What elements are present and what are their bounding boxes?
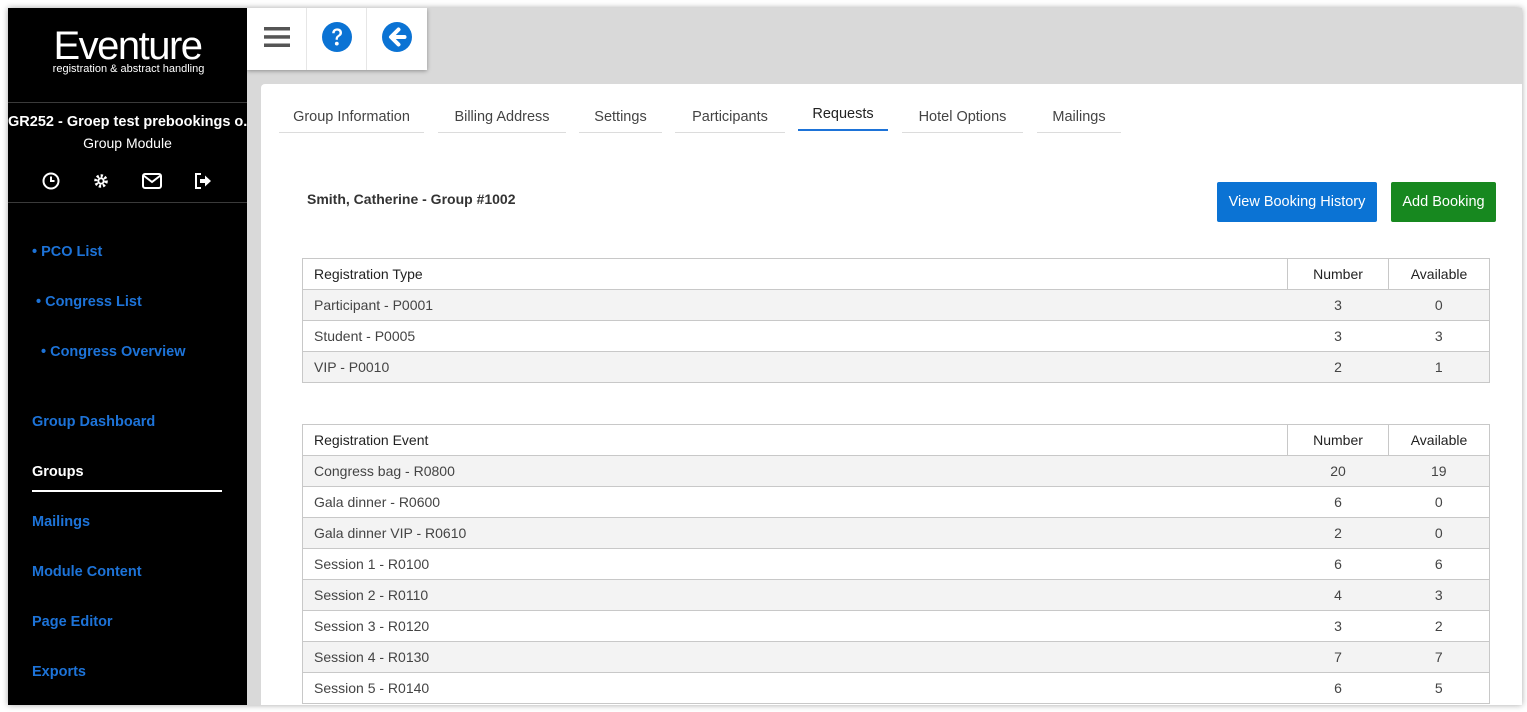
number-cell: 2 (1287, 351, 1389, 383)
number-cell: 6 (1287, 672, 1389, 704)
back-arrow-icon (381, 21, 413, 58)
back-button[interactable] (367, 8, 427, 70)
available-cell: 0 (1388, 289, 1490, 321)
main-content: Group Information Billing Address Settin… (261, 84, 1522, 705)
column-header: Available (1388, 258, 1490, 290)
column-header: Registration Event (302, 424, 1288, 456)
registration-event-cell: Session 2 - R0110 (302, 579, 1288, 611)
help-icon (321, 21, 353, 58)
table-row: Gala dinner - R0600 6 0 (302, 486, 1490, 518)
registration-event-table: Registration Event Number Available Cong… (302, 424, 1490, 704)
help-button[interactable] (307, 8, 367, 70)
nav-groups[interactable]: Groups (32, 464, 84, 480)
nav-module-content[interactable]: Module Content (32, 564, 142, 580)
client-name: Smith, Catherine - Group #1002 (307, 191, 516, 207)
available-cell: 0 (1388, 486, 1490, 518)
top-bar (247, 8, 1522, 84)
registration-event-cell: Gala dinner - R0600 (302, 486, 1288, 518)
available-cell: 2 (1388, 610, 1490, 642)
registration-event-cell: Session 3 - R0120 (302, 610, 1288, 642)
menu-button[interactable] (247, 8, 307, 70)
available-cell: 5 (1388, 672, 1490, 704)
nav-exports[interactable]: Exports (32, 664, 86, 680)
registration-type-cell: Participant - P0001 (302, 289, 1288, 321)
registration-type-cell: Student - P0005 (302, 320, 1288, 352)
registration-event-cell: Gala dinner VIP - R0610 (302, 517, 1288, 549)
logo-name: Eventure (53, 24, 203, 68)
table-row: Congress bag - R0800 20 19 (302, 455, 1490, 487)
group-title: GR252 - Groep test prebookings o... (8, 114, 247, 130)
sidebar-icon-bar (8, 171, 247, 191)
view-booking-history-button[interactable]: View Booking History (1217, 182, 1377, 222)
nav-page-editor[interactable]: Page Editor (32, 614, 113, 630)
column-header: Registration Type (302, 258, 1288, 290)
sidebar-divider (8, 102, 247, 103)
number-cell: 2 (1287, 517, 1389, 549)
tab-settings[interactable]: Settings (579, 101, 662, 133)
menu-icon (263, 26, 290, 53)
available-cell: 0 (1388, 517, 1490, 549)
number-cell: 3 (1287, 289, 1389, 321)
registration-event-cell: Session 1 - R0100 (302, 548, 1288, 580)
table-row: Session 1 - R0100 6 6 (302, 548, 1490, 580)
table-row: Session 3 - R0120 3 2 (302, 610, 1490, 642)
registration-type-cell: VIP - P0010 (302, 351, 1288, 383)
nav-pco-list[interactable]: • PCO List (32, 244, 102, 260)
available-cell: 7 (1388, 641, 1490, 673)
nav-group-dashboard[interactable]: Group Dashboard (32, 414, 155, 430)
sidebar-divider (8, 202, 247, 203)
available-cell: 3 (1388, 579, 1490, 611)
number-cell: 3 (1287, 610, 1389, 642)
nav-mailings[interactable]: Mailings (32, 514, 90, 530)
number-cell: 6 (1287, 548, 1389, 580)
nav-congress-list[interactable]: • Congress List (36, 294, 142, 310)
available-cell: 6 (1388, 548, 1490, 580)
logo-tagline: registration & abstract handling (52, 63, 205, 75)
column-header: Number (1287, 424, 1389, 456)
number-cell: 20 (1287, 455, 1389, 487)
table-row: Session 2 - R0110 4 3 (302, 579, 1490, 611)
table-header-row: Registration Type Number Available (302, 258, 1490, 290)
tab-billing-address[interactable]: Billing Address (438, 101, 566, 133)
app-frame: Eventure registration & abstract handlin… (8, 8, 1522, 705)
number-cell: 7 (1287, 641, 1389, 673)
available-cell: 3 (1388, 320, 1490, 352)
toolbar (247, 8, 427, 70)
logo: Eventure registration & abstract handlin… (8, 26, 247, 75)
tab-mailings[interactable]: Mailings (1037, 101, 1121, 133)
number-cell: 3 (1287, 320, 1389, 352)
available-cell: 1 (1388, 351, 1490, 383)
gear-icon[interactable] (91, 171, 111, 191)
tab-hotel-options[interactable]: Hotel Options (902, 101, 1023, 133)
registration-event-cell: Session 4 - R0130 (302, 641, 1288, 673)
number-cell: 4 (1287, 579, 1389, 611)
add-booking-button[interactable]: Add Booking (1391, 182, 1496, 222)
number-cell: 6 (1287, 486, 1389, 518)
registration-type-table: Registration Type Number Available Parti… (302, 258, 1490, 383)
sidebar: Eventure registration & abstract handlin… (8, 8, 247, 705)
tab-group-information[interactable]: Group Information (279, 101, 424, 133)
table-row: Student - P0005 3 3 (302, 320, 1490, 352)
table-row: Session 4 - R0130 7 7 (302, 641, 1490, 673)
envelope-icon[interactable] (142, 171, 162, 191)
window: Eventure registration & abstract handlin… (0, 0, 1527, 712)
table-row: VIP - P0010 2 1 (302, 351, 1490, 383)
active-indicator (32, 490, 222, 492)
registration-event-cell: Session 5 - R0140 (302, 672, 1288, 704)
table-row: Gala dinner VIP - R0610 2 0 (302, 517, 1490, 549)
available-cell: 19 (1388, 455, 1490, 487)
table-row: Participant - P0001 3 0 (302, 289, 1490, 321)
column-header: Number (1287, 258, 1389, 290)
clock-icon[interactable] (41, 171, 61, 191)
module-name: Group Module (83, 135, 172, 151)
column-header: Available (1388, 424, 1490, 456)
nav-congress-overview[interactable]: • Congress Overview (41, 344, 186, 360)
table-header-row: Registration Event Number Available (302, 424, 1490, 456)
registration-event-cell: Congress bag - R0800 (302, 455, 1288, 487)
tab-participants[interactable]: Participants (675, 101, 785, 133)
table-row: Session 5 - R0140 6 5 (302, 672, 1490, 704)
tab-requests[interactable]: Requests (798, 99, 888, 131)
sign-out-icon[interactable] (193, 171, 213, 191)
